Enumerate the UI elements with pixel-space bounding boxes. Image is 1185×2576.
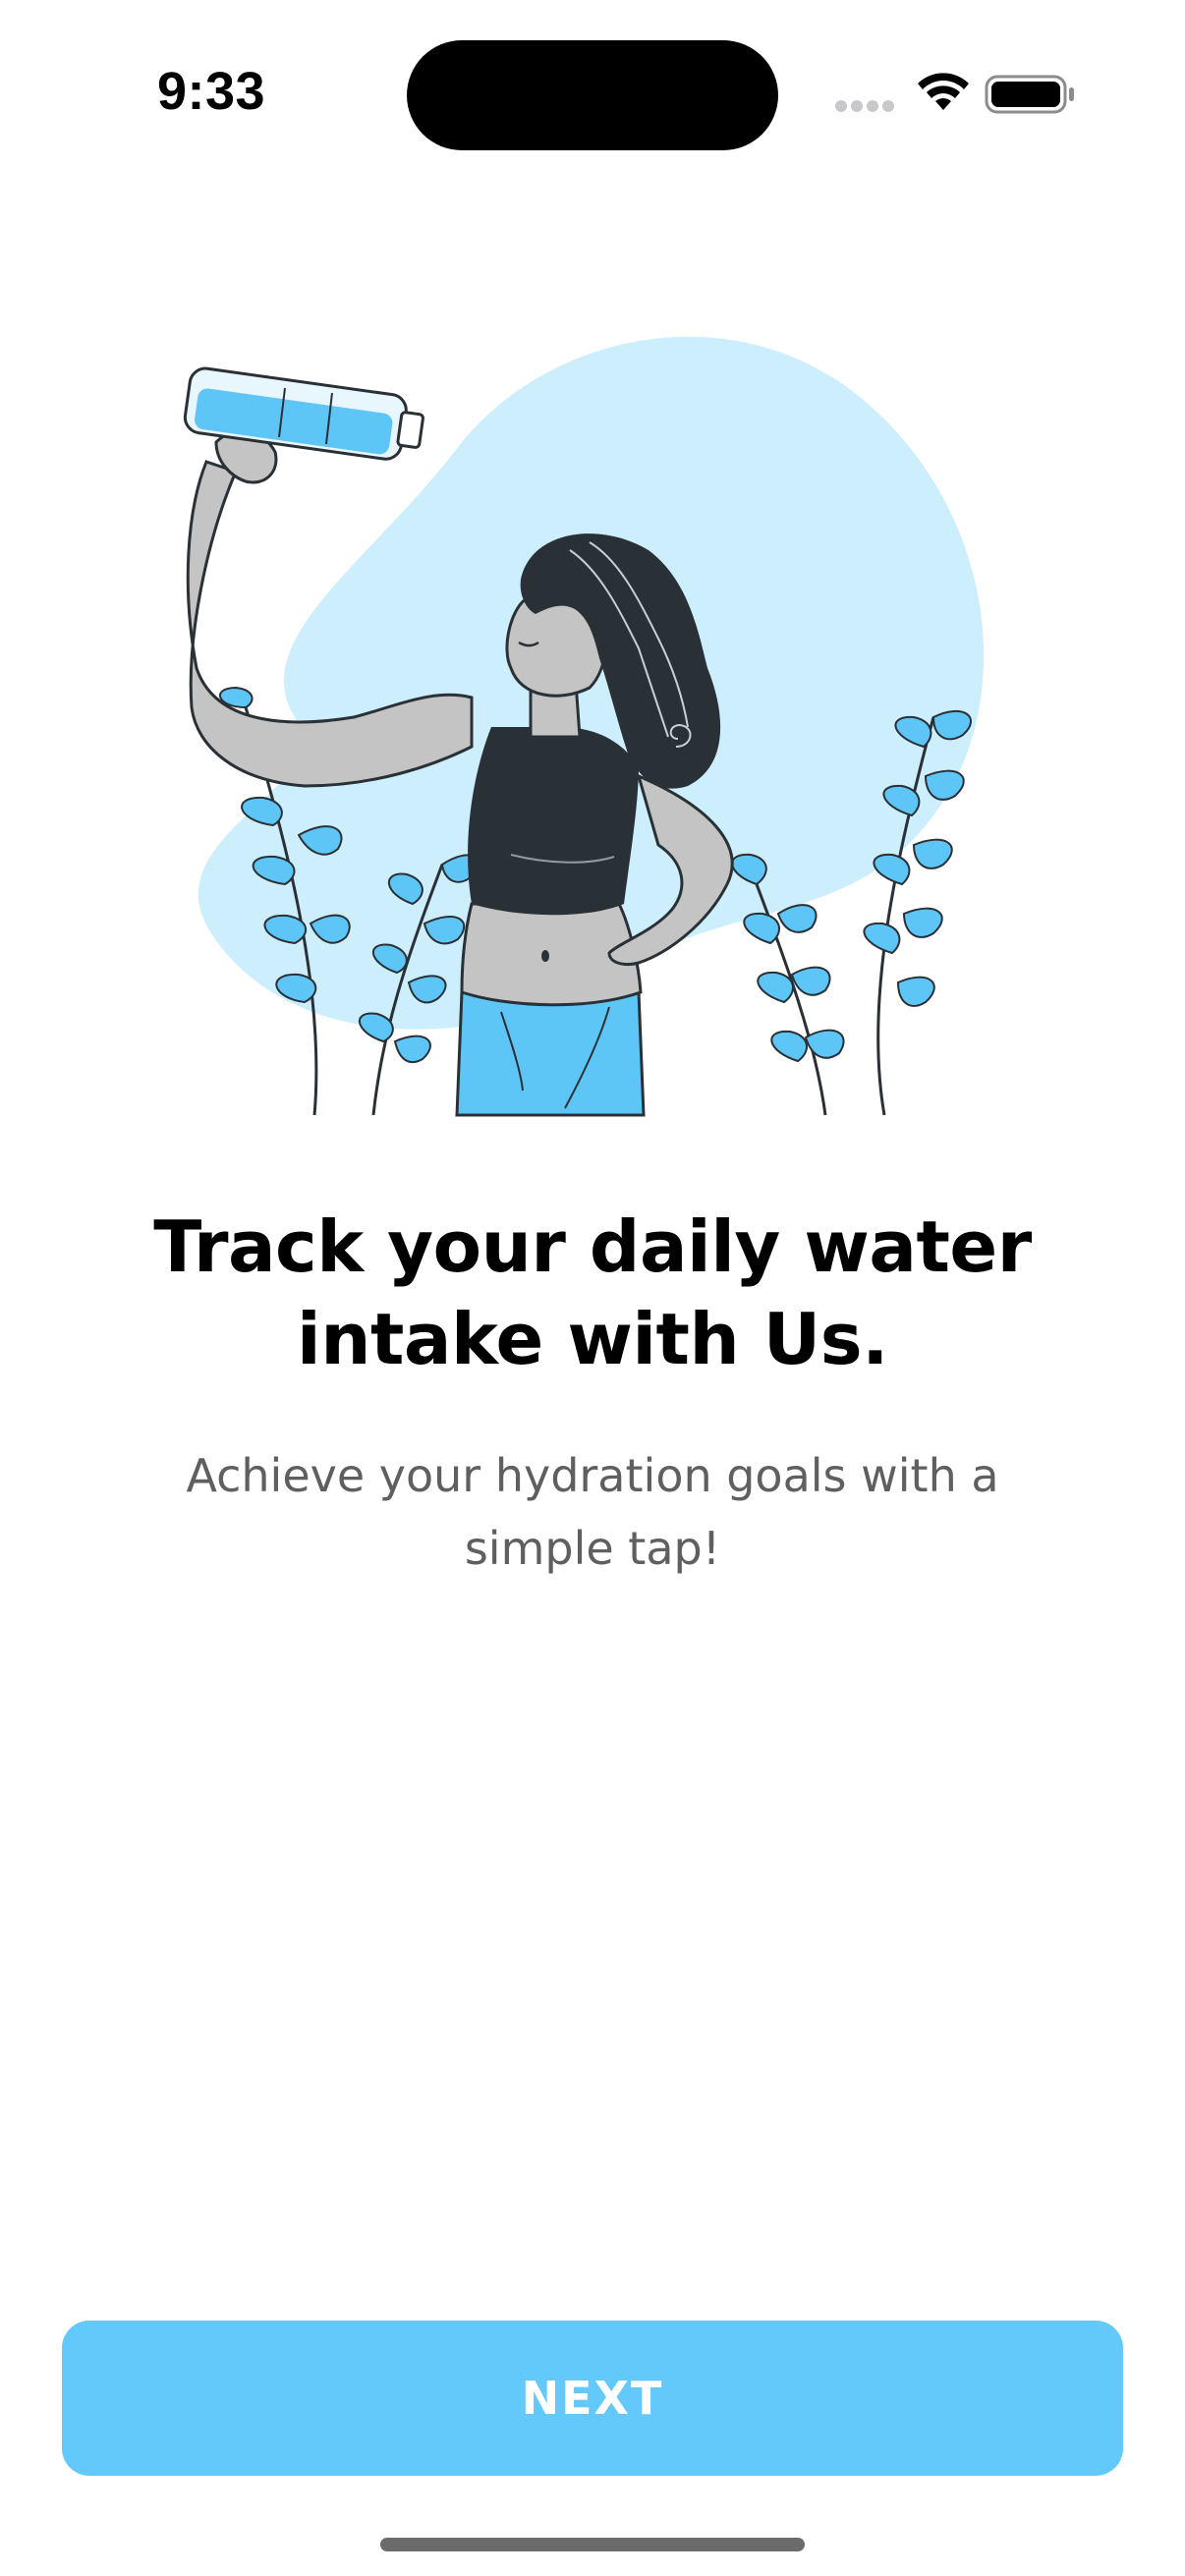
dynamic-island [407,40,778,150]
status-bar: 9:33 [0,0,1185,177]
onboarding-subtitle: Achieve your hydration goals with a simp… [186,1449,999,1575]
status-time: 9:33 [157,62,266,121]
battery-icon [985,75,1074,114]
wifi-icon [918,73,969,110]
woman-drinking-water-illustration [183,336,985,1117]
status-icons [835,69,1081,118]
home-indicator[interactable] [380,2538,805,2551]
onboarding-title: Track your daily water intake with Us. [153,1205,1032,1380]
next-button[interactable]: NEXT [62,2321,1123,2476]
sports-bra [468,727,639,916]
signal-dots-icon [835,100,894,112]
pants [455,990,646,1117]
